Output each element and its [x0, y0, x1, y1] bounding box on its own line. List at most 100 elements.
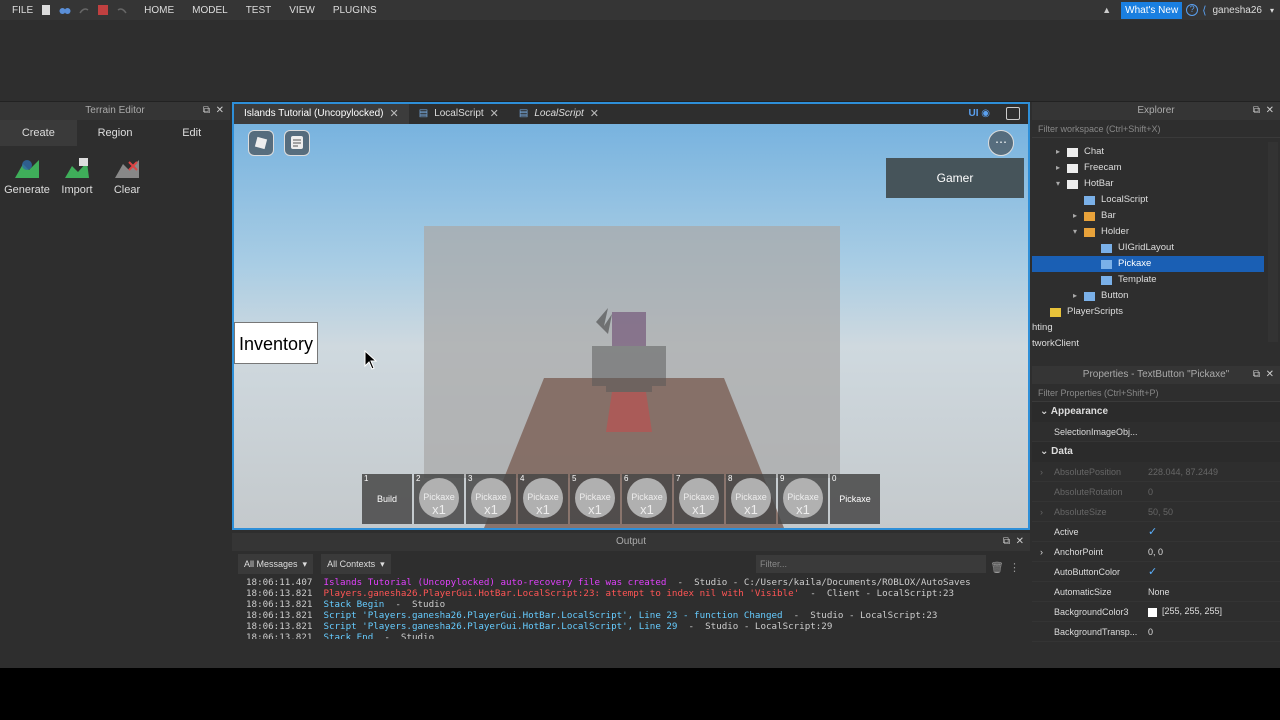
explorer-item[interactable]: UIGridLayout — [1032, 240, 1264, 256]
menu-tab-view[interactable]: VIEW — [289, 5, 315, 16]
properties-filter-input[interactable]: Filter Properties (Ctrl+Shift+P) — [1032, 384, 1280, 402]
property-section-header[interactable]: ⌄ Appearance — [1032, 402, 1280, 422]
explorer-filter-input[interactable]: Filter workspace (Ctrl+Shift+X) — [1032, 120, 1280, 138]
tab-localscript-1[interactable]: ▤ LocalScript ✕ — [409, 104, 509, 124]
explorer-scrollbar[interactable] — [1268, 142, 1278, 342]
log-line[interactable]: 18:06:13.821 Players.ganesha26.PlayerGui… — [246, 588, 1030, 599]
property-row[interactable]: › AbsoluteSize 50, 50 — [1032, 502, 1280, 522]
collapse-ribbon-icon[interactable]: ▲ — [1102, 5, 1111, 15]
property-value[interactable]: None — [1148, 587, 1280, 597]
hotbar-slot[interactable]: 9 Pickaxe x1 — [778, 474, 828, 524]
checkbox[interactable]: ✓ — [1148, 526, 1157, 538]
help-icon[interactable]: ? — [1186, 4, 1199, 16]
hotbar-slot[interactable]: 0 Pickaxe — [830, 474, 880, 524]
expand-arrow-icon[interactable]: › — [1040, 507, 1043, 517]
binoculars-icon[interactable] — [59, 4, 71, 16]
tab-edit[interactable]: Edit — [153, 120, 230, 146]
property-value[interactable]: 0, 0 — [1148, 547, 1280, 557]
share-icon[interactable]: ⟨ — [1202, 4, 1206, 17]
property-value[interactable]: 0 — [1148, 627, 1280, 637]
property-row[interactable]: AutomaticSize None — [1032, 582, 1280, 602]
property-value[interactable]: 228.044, 87.2449 — [1148, 467, 1280, 477]
clear-output-icon[interactable]: 🗑 — [990, 561, 1004, 574]
expand-arrow-icon[interactable]: › — [1040, 547, 1043, 557]
tab-create[interactable]: Create — [0, 120, 77, 146]
explorer-item[interactable]: LocalScript — [1032, 192, 1264, 208]
hotbar-slot[interactable]: 2 Pickaxe x1 — [414, 474, 464, 524]
output-filter-input[interactable]: Filter... — [756, 555, 986, 573]
panel-controls[interactable]: ⧉ ✕ — [1253, 102, 1274, 120]
log-line[interactable]: 18:06:13.821 Stack End - Studio — [246, 632, 1030, 639]
hotbar-slot[interactable]: 1 Build — [362, 474, 412, 524]
log-line[interactable]: 18:06:11.407 Islands Tutorial (Uncopyloc… — [246, 577, 1030, 588]
import-tool[interactable]: Import — [52, 152, 102, 196]
property-value[interactable]: [255, 255, 255] — [1148, 606, 1280, 617]
log-line[interactable]: 18:06:13.821 Script 'Players.ganesha26.P… — [246, 610, 1030, 621]
expand-arrow-icon[interactable]: ▸ — [1070, 208, 1080, 224]
chevron-down-icon[interactable]: ▾ — [1270, 6, 1274, 15]
panel-controls[interactable]: ⧉ ✕ — [1253, 366, 1274, 384]
menu-tab-home[interactable]: HOME — [144, 5, 174, 16]
more-icon[interactable]: ⋮ — [1009, 561, 1020, 574]
menu-tab-test[interactable]: TEST — [246, 5, 272, 16]
hotbar-slot[interactable]: 5 Pickaxe x1 — [570, 474, 620, 524]
hotbar-slot[interactable]: 8 Pickaxe x1 — [726, 474, 776, 524]
property-value[interactable]: 50, 50 — [1148, 507, 1280, 517]
property-value[interactable]: 0 — [1148, 487, 1280, 497]
explorer-item[interactable]: ▾ Holder — [1032, 224, 1264, 240]
more-options-button[interactable]: ⋯ — [988, 130, 1014, 156]
close-icon[interactable]: ✕ — [590, 104, 599, 124]
chat-button[interactable] — [284, 130, 310, 156]
hotbar-slot[interactable]: 6 Pickaxe x1 — [622, 474, 672, 524]
explorer-item[interactable]: ▸ Button — [1032, 288, 1264, 304]
property-value[interactable]: ✓ — [1148, 565, 1280, 578]
stop-icon[interactable] — [97, 4, 109, 16]
expand-arrow-icon[interactable]: ▸ — [1070, 288, 1080, 304]
redo-icon[interactable] — [78, 4, 90, 16]
property-row[interactable]: AutoButtonColor ✓ — [1032, 562, 1280, 582]
color-swatch[interactable] — [1148, 607, 1157, 617]
tab-localscript-2[interactable]: ▤ LocalScript ✕ — [509, 104, 609, 124]
panel-controls[interactable]: ⧉ ✕ — [203, 102, 224, 120]
checkbox[interactable]: ✓ — [1148, 566, 1157, 578]
username[interactable]: ganesha26 — [1212, 5, 1262, 16]
property-row[interactable]: › AnchorPoint 0, 0 — [1032, 542, 1280, 562]
tab-place[interactable]: Islands Tutorial (Uncopylocked) ✕ — [234, 104, 409, 124]
game-scene[interactable]: ⋯ Gamer Inventory 1 Build 2 Pickaxe x1 3 Picka… — [234, 124, 1028, 528]
property-section-header[interactable]: ⌄ Data — [1032, 442, 1280, 462]
explorer-item[interactable]: tworkClient — [1032, 336, 1264, 352]
new-file-icon[interactable] — [40, 4, 52, 16]
hotbar-slot[interactable]: 4 Pickaxe x1 — [518, 474, 568, 524]
close-icon[interactable]: ✕ — [490, 104, 499, 124]
property-row[interactable]: › AbsolutePosition 228.044, 87.2449 — [1032, 462, 1280, 482]
expand-arrow-icon[interactable]: ▸ — [1053, 160, 1063, 176]
device-preview-icon[interactable] — [1006, 107, 1020, 120]
explorer-item[interactable]: Template — [1032, 272, 1264, 288]
roblox-menu-button[interactable] — [248, 130, 274, 156]
generate-tool[interactable]: Generate — [2, 152, 52, 196]
expand-arrow-icon[interactable]: › — [1040, 467, 1043, 477]
panel-controls[interactable]: ⧉ ✕ — [1003, 533, 1024, 551]
undo-icon[interactable] — [116, 4, 128, 16]
explorer-item[interactable]: ▾ HotBar — [1032, 176, 1264, 192]
explorer-item[interactable]: PlayerScripts — [1032, 304, 1264, 320]
output-log[interactable]: 18:06:11.407 Islands Tutorial (Uncopyloc… — [232, 577, 1030, 639]
menu-tab-plugins[interactable]: PLUGINS — [333, 5, 377, 16]
ui-visibility-toggle[interactable]: UI ◉ — [968, 104, 990, 124]
hotbar-slot[interactable]: 3 Pickaxe x1 — [466, 474, 516, 524]
property-row[interactable]: BackgroundColor3 [255, 255, 255] — [1032, 602, 1280, 622]
expand-arrow-icon[interactable]: ▸ — [1053, 144, 1063, 160]
property-row[interactable]: BackgroundTransp... 0 — [1032, 622, 1280, 642]
inventory-button[interactable]: Inventory — [234, 322, 318, 364]
contexts-filter-dropdown[interactable]: All Contexts ▾ — [321, 554, 391, 574]
property-row[interactable]: Active ✓ — [1032, 522, 1280, 542]
close-icon[interactable]: ✕ — [390, 104, 399, 124]
property-row[interactable]: AbsoluteRotation 0 — [1032, 482, 1280, 502]
clear-tool[interactable]: Clear — [102, 152, 152, 196]
expand-arrow-icon[interactable]: ▾ — [1053, 176, 1063, 192]
menu-tab-model[interactable]: MODEL — [192, 5, 228, 16]
explorer-item[interactable]: ▸ Freecam — [1032, 160, 1264, 176]
property-value[interactable]: ✓ — [1148, 525, 1280, 538]
property-row[interactable]: SelectionImageObj... — [1032, 422, 1280, 442]
explorer-item[interactable]: hting — [1032, 320, 1264, 336]
